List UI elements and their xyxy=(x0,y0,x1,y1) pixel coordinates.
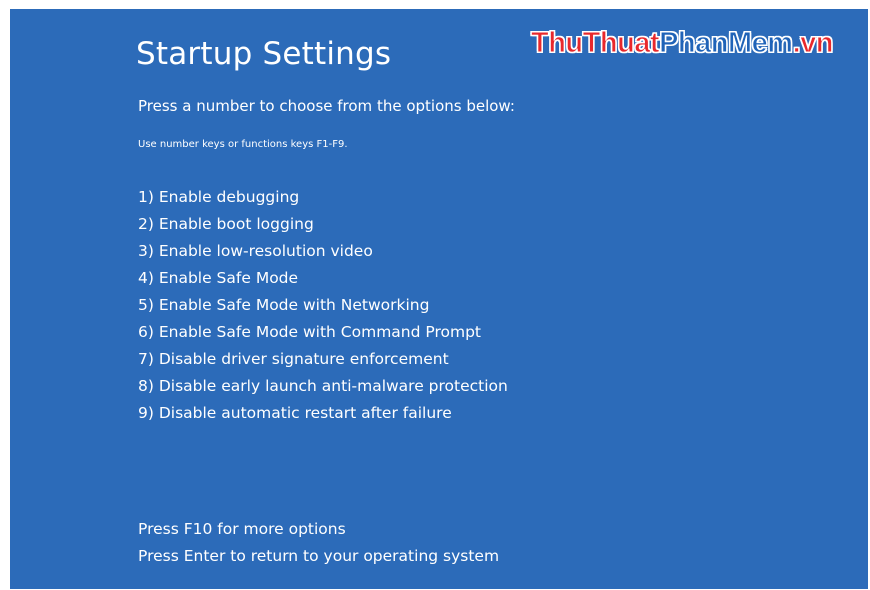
watermark-part-thuthuat: ThuThuat xyxy=(530,27,660,59)
footer-options: Press F10 for more options Press Enter t… xyxy=(138,519,499,573)
option-enable-debugging[interactable]: 1) Enable debugging xyxy=(138,187,508,214)
option-enable-safe-mode[interactable]: 4) Enable Safe Mode xyxy=(138,268,508,295)
option-enable-low-resolution-video[interactable]: 3) Enable low-resolution video xyxy=(138,241,508,268)
instruction-text: Press a number to choose from the option… xyxy=(138,97,515,115)
option-disable-auto-restart[interactable]: 9) Disable automatic restart after failu… xyxy=(138,403,508,430)
options-list: 1) Enable debugging 2) Enable boot loggi… xyxy=(138,187,508,430)
option-disable-driver-signature[interactable]: 7) Disable driver signature enforcement xyxy=(138,349,508,376)
more-options-link[interactable]: Press F10 for more options xyxy=(138,519,499,546)
option-enable-boot-logging[interactable]: 2) Enable boot logging xyxy=(138,214,508,241)
option-safe-mode-command-prompt[interactable]: 6) Enable Safe Mode with Command Prompt xyxy=(138,322,508,349)
watermark-part-vn: .vn xyxy=(792,27,834,59)
option-disable-anti-malware[interactable]: 8) Disable early launch anti-malware pro… xyxy=(138,376,508,403)
option-safe-mode-networking[interactable]: 5) Enable Safe Mode with Networking xyxy=(138,295,508,322)
return-to-os-link[interactable]: Press Enter to return to your operating … xyxy=(138,546,499,573)
watermark-logo: ThuThuatPhanMem.vn xyxy=(530,27,834,59)
watermark-part-phanmem: PhanMem xyxy=(659,27,794,59)
page-title: Startup Settings xyxy=(136,36,392,72)
startup-settings-screen: Startup Settings Press a number to choos… xyxy=(10,9,868,589)
key-hint-text: Use number keys or functions keys F1-F9. xyxy=(138,139,348,150)
